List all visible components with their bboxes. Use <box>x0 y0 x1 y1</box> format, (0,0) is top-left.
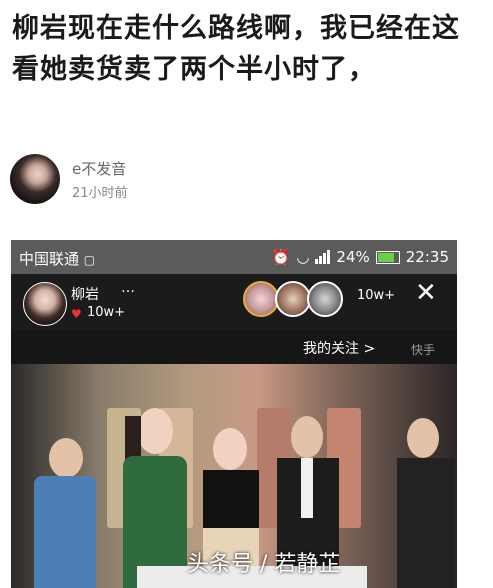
chevron-right-icon: > <box>363 341 376 357</box>
post-text: 柳岩现在走什么路线啊，我已经在这看她卖货卖了两个半小时了， <box>12 13 460 85</box>
my-follow-button[interactable]: 我的关注 > <box>303 338 375 358</box>
battery-percent: 24% <box>336 248 370 266</box>
wifi-icon: ◡ <box>296 248 310 266</box>
post-time: 21小时前 <box>72 186 128 201</box>
viewer-count: 10w+ <box>357 288 396 303</box>
heart-icon: ♥ <box>71 307 82 321</box>
sim-icon: ▢ <box>83 253 96 267</box>
author-avatar[interactable] <box>10 154 60 204</box>
author-name[interactable]: e不发音 <box>72 158 126 179</box>
host-more[interactable]: … <box>121 280 135 296</box>
carrier-label: 中国联通 ▢ <box>19 250 96 268</box>
viewer-avatar[interactable] <box>243 281 279 317</box>
clock: 22:35 <box>405 248 449 266</box>
phone-status-bar: 中国联通 ▢ ⏰ ◡ 24% 22:35 <box>11 240 457 274</box>
signal-icon <box>315 250 331 264</box>
app-tag: 快手 <box>411 343 436 357</box>
battery-icon <box>375 250 400 264</box>
embedded-screenshot[interactable]: 中国联通 ▢ ⏰ ◡ 24% 22:35 柳岩 … ♥ 10w+ 10w+ ✕ … <box>11 240 457 588</box>
host-likes: 10w+ <box>87 305 126 320</box>
host-avatar[interactable] <box>23 282 67 326</box>
person-host <box>119 408 191 588</box>
live-header: 柳岩 … ♥ 10w+ 10w+ ✕ <box>11 274 457 330</box>
viewer-avatar[interactable] <box>275 281 311 317</box>
author-info[interactable]: e不发音 21小时前 <box>10 154 310 206</box>
watermark: 头条号 / 若静芷 <box>187 552 341 577</box>
viewer-avatar[interactable] <box>307 281 343 317</box>
viewer-avatars[interactable] <box>243 281 343 317</box>
host-name[interactable]: 柳岩 <box>71 284 99 304</box>
close-icon[interactable]: ✕ <box>415 280 437 306</box>
person-far-right <box>395 418 455 588</box>
alarm-icon: ⏰ <box>271 248 291 266</box>
person-left <box>29 438 99 588</box>
